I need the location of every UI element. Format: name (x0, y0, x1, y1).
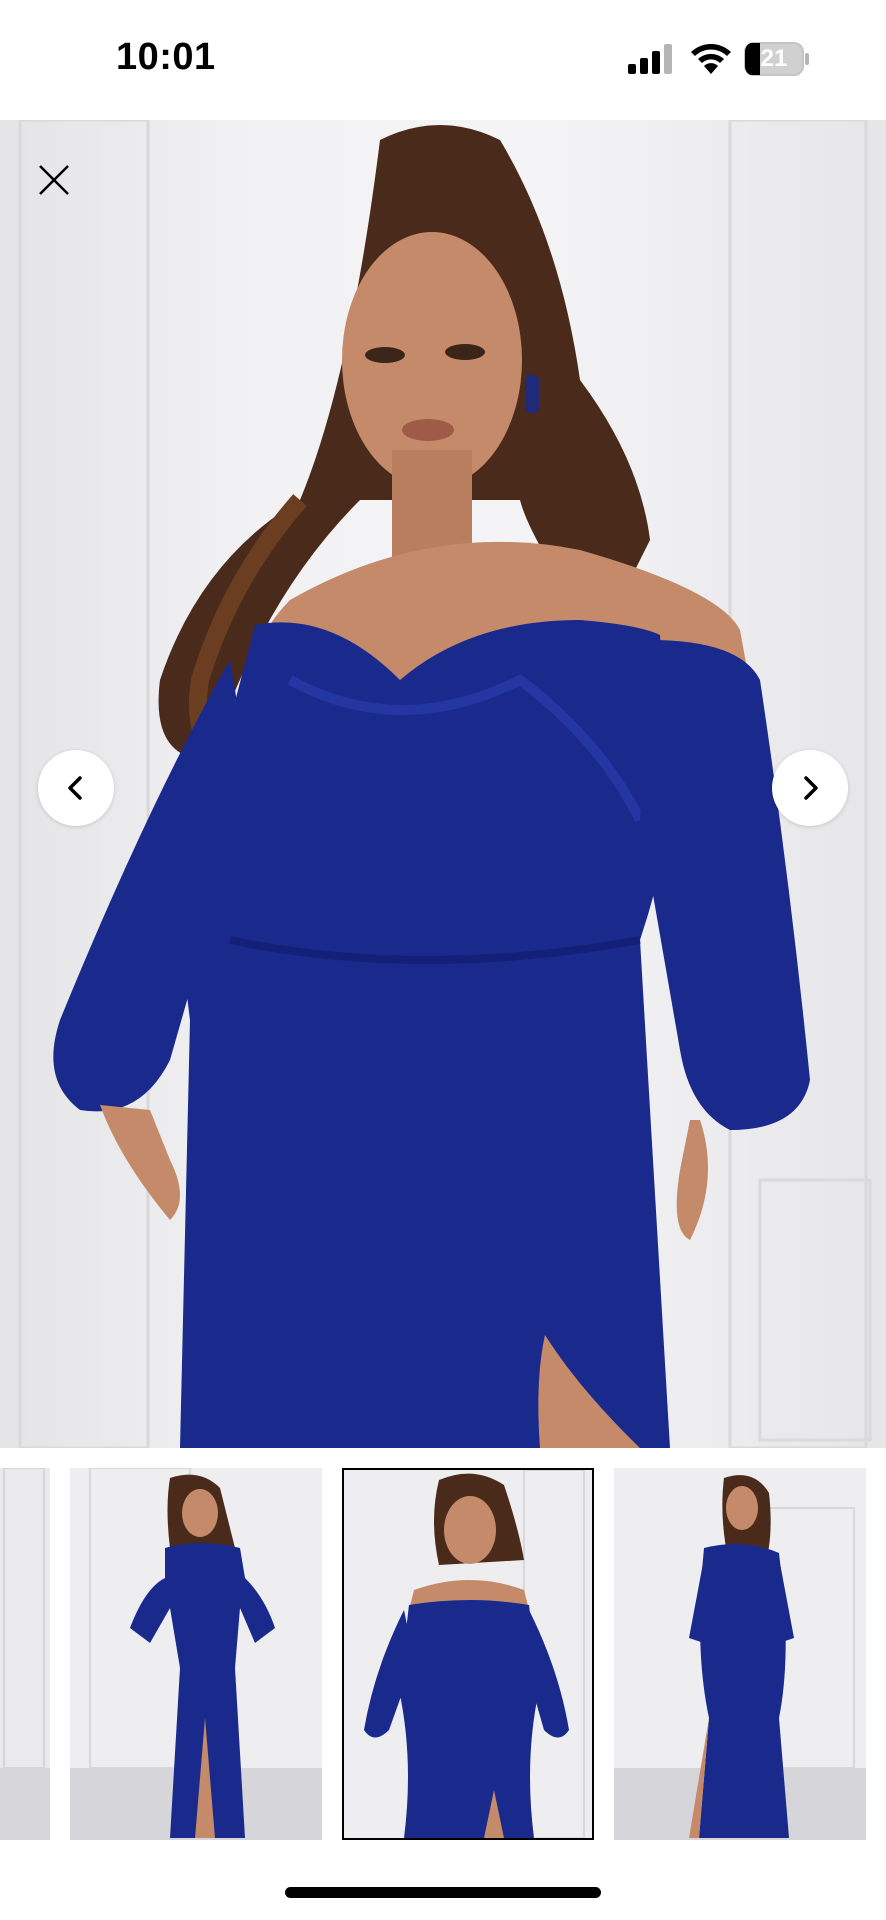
chevron-right-icon (804, 776, 818, 800)
thumbnail-strip (0, 1448, 886, 1860)
wifi-icon (691, 44, 731, 74)
thumbnail-3[interactable] (614, 1468, 866, 1840)
status-bar: 10:01 21 (0, 0, 886, 120)
battery-level: 21 (760, 45, 788, 72)
main-product-image[interactable] (0, 120, 886, 1448)
status-time: 10:01 (116, 36, 216, 78)
thumbnail-0[interactable] (0, 1468, 50, 1840)
close-icon (39, 165, 69, 195)
main-photo (18, 120, 872, 1448)
close-button[interactable] (24, 150, 84, 210)
signal-icon (628, 44, 672, 74)
thumbnail-2-selected[interactable] (342, 1468, 594, 1840)
next-image-button[interactable] (772, 750, 848, 826)
thumbnail-1[interactable] (70, 1468, 322, 1840)
home-indicator (285, 1887, 601, 1898)
chevron-left-icon (68, 776, 82, 800)
previous-image-button[interactable] (38, 750, 114, 826)
